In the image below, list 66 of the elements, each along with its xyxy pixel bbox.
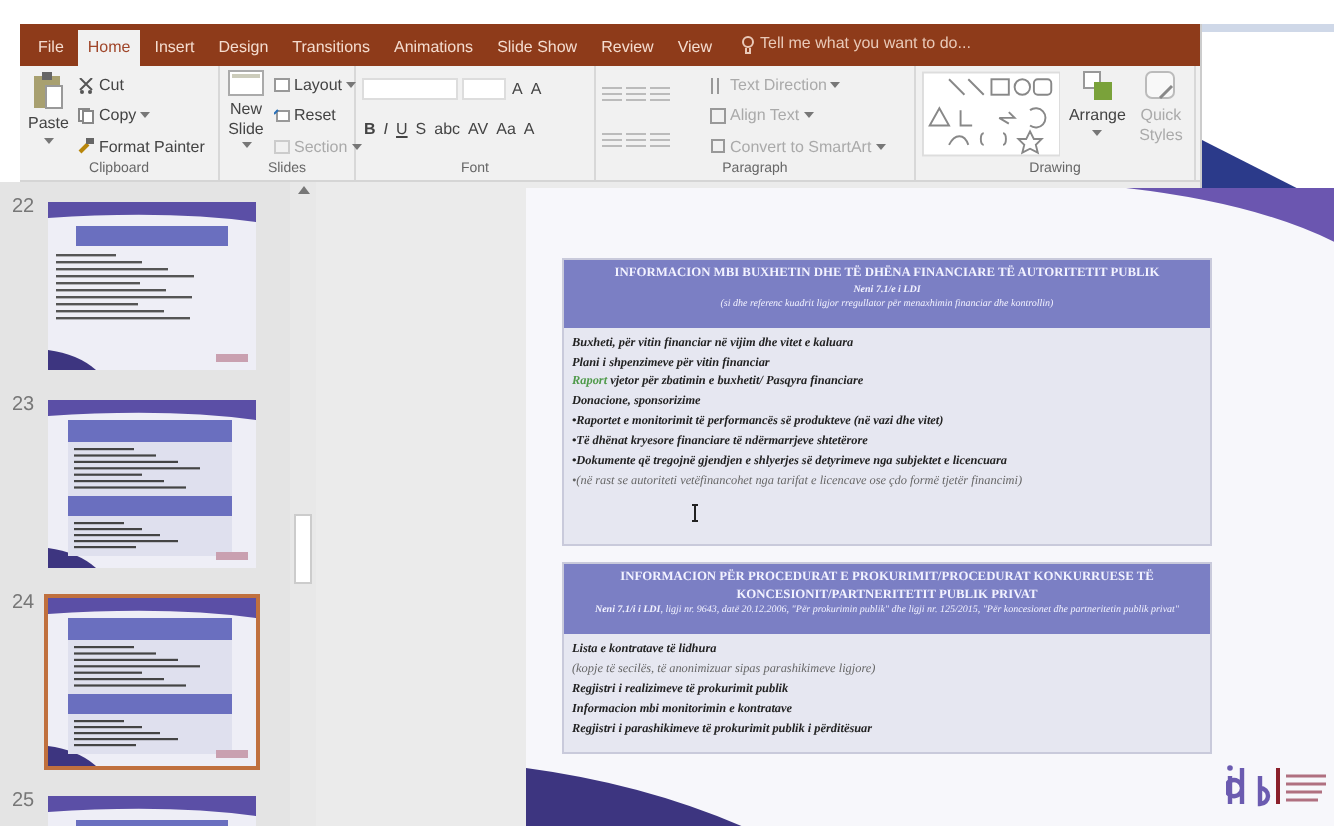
scroll-up-icon [297, 186, 309, 194]
shrink-font-button[interactable]: A [528, 79, 544, 99]
font-format-button[interactable]: B [362, 120, 378, 140]
caret-icon [346, 82, 357, 89]
logo-drawing [1226, 764, 1330, 808]
reset-button[interactable]: Reset [272, 106, 364, 126]
new-slide-button[interactable]: New Slide [226, 70, 266, 162]
arrange-button[interactable]: Arrange [1066, 70, 1128, 162]
layout-icon [274, 78, 290, 93]
scroll-thumb[interactable] [294, 514, 312, 584]
section-icon [274, 139, 290, 154]
brush-icon [78, 138, 95, 155]
font-format-button[interactable]: AV [466, 120, 491, 140]
align-icon [602, 131, 622, 147]
font-format-button[interactable]: S [413, 120, 429, 140]
ribbon-tab[interactable]: Review [591, 36, 664, 66]
caret-icon [875, 143, 886, 150]
font-format-button[interactable]: abc [432, 120, 463, 140]
ribbon-tab[interactable]: Insert [144, 36, 205, 66]
caret-icon [803, 112, 814, 119]
font-format-button[interactable]: A [521, 120, 537, 140]
font-format-button[interactable]: I [381, 120, 391, 140]
align-icon [650, 131, 670, 147]
font-name-field[interactable] [362, 78, 458, 100]
tell-me-text: Tell me what you want to do... [760, 32, 971, 56]
lightbulb-icon [742, 35, 755, 53]
ribbon-tab[interactable]: View [667, 36, 723, 66]
layout-button[interactable]: Layout [272, 75, 364, 95]
slide-thumbnail[interactable] [44, 594, 260, 770]
slide-number: 23 [12, 396, 36, 416]
slide-icon [228, 70, 264, 96]
tell-me-search[interactable]: Tell me what you want to do... [726, 32, 971, 66]
format-painter-button[interactable]: Format Painter [76, 137, 207, 157]
ribbon-tab[interactable]: Home [77, 30, 141, 66]
list-icon [602, 85, 622, 101]
font-size-field[interactable] [462, 78, 506, 100]
slide-number: 24 [12, 594, 36, 614]
caret-icon [830, 82, 841, 89]
copy-button[interactable]: Copy [76, 106, 207, 126]
slide-number: 25 [12, 792, 36, 812]
caret-icon [351, 143, 362, 150]
scissors-icon [78, 77, 95, 94]
align-icon [626, 131, 646, 147]
smartart-icon [710, 138, 726, 155]
arrange-icon [1081, 70, 1114, 102]
cut-button[interactable]: Cut [76, 75, 207, 95]
clipboard-icon [32, 70, 65, 110]
ribbon-tab[interactable]: Animations [383, 36, 484, 66]
grow-font-button[interactable]: A [510, 79, 525, 99]
ribbon-tab[interactable]: Design [208, 36, 279, 66]
caret-icon [43, 137, 54, 144]
paste-button[interactable]: Paste [26, 70, 71, 162]
reset-icon [274, 108, 290, 123]
font-format-button[interactable]: U [394, 120, 410, 140]
caret-icon [1092, 129, 1103, 136]
caret-icon [241, 142, 251, 149]
list-icon [626, 85, 646, 101]
ribbon-tab[interactable]: Slide Show [487, 36, 588, 66]
ribbon-tab[interactable]: File [28, 36, 74, 66]
align-text-icon [710, 107, 726, 124]
copy-icon [78, 107, 95, 124]
font-format-button[interactable]: Aa [494, 120, 518, 140]
slide-number: 22 [12, 198, 36, 218]
caret-icon [140, 112, 151, 119]
ribbon-tab[interactable]: Transitions [282, 36, 380, 66]
list-icon [650, 85, 670, 101]
